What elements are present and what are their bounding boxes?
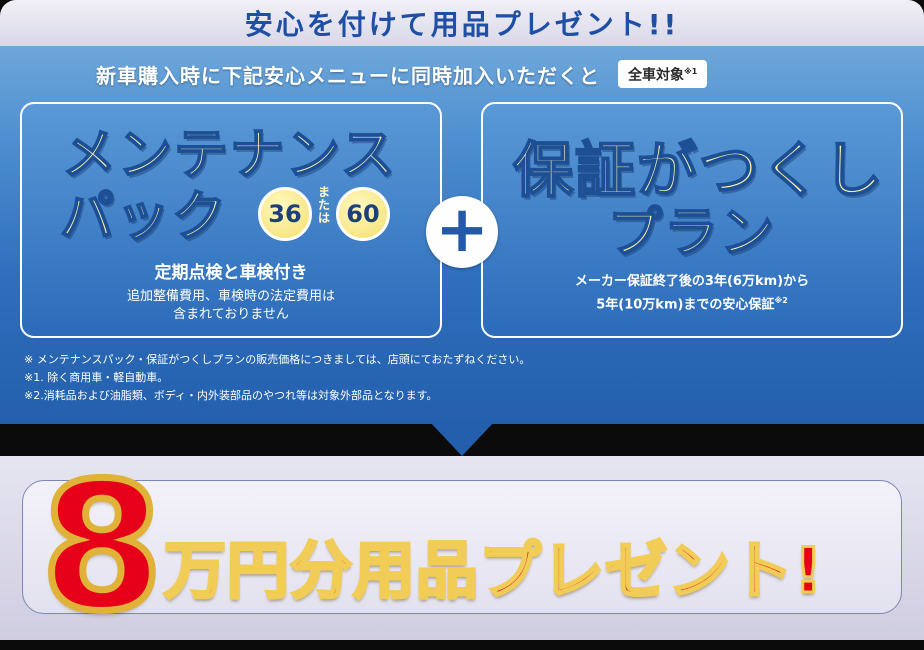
promo-banner: 安心を付けて用品プレゼント!! 新車購入時に下記安心メニューに同時加入いただくと… [0, 0, 924, 650]
warranty-desc-line1: メーカー保証終了後の3年(6万km)から [574, 274, 810, 289]
badge-note: ※1 [684, 67, 698, 77]
present-amount: 8 [37, 445, 166, 650]
warranty-desc-note: ※2 [774, 296, 788, 305]
warranty-plan-box: 保証がつくし プラン メーカー保証終了後の3年(6万km)から 5年(10万km… [481, 102, 903, 338]
down-pointer [430, 422, 494, 456]
maintenance-pack-box: メンテナンス パック 36 または 60 定期点検と車検付き 追加整備費用、車検… [20, 102, 442, 338]
extra-cost-line1: 追加整備費用、車検時の法定費用は [126, 289, 335, 304]
page-title: 安心を付けて用品プレゼント!! [244, 8, 680, 41]
footnote-2: ※1. 除く商用車・軽自動車。 [24, 371, 169, 384]
warranty-title-line2: プラン [607, 200, 776, 265]
all-cars-label: 全車対象 [628, 67, 684, 84]
subtitle-text: 新車購入時に下記安心メニューに同時加入いただくと [96, 63, 600, 88]
extra-cost-line2: 含まれておりません [173, 307, 289, 322]
warranty-desc-line2-wrap: 5年(10万km)までの安心保証※2 [483, 291, 901, 314]
or-text: または [317, 185, 330, 225]
footnote-1: ※ メンテナンスパック・保証がつくしプランの販売価格につきましては、店頭にておた… [24, 353, 531, 366]
present-headline: 万円分用品プレゼント! [162, 533, 824, 609]
warranty-description: メーカー保証終了後の3年(6万km)から 5年(10万km)までの安心保証※2 [483, 272, 901, 314]
subtitle: 新車購入時に下記安心メニューに同時加入いただくと 全車対象※1 [96, 59, 708, 89]
option-60-badge: 60 [336, 187, 390, 241]
option-36-badge: 36 [258, 187, 312, 241]
inspection-text: 定期点検と車検付き [154, 263, 308, 283]
footnotes: ※ メンテナンスパック・保証がつくしプランの販売価格につきましては、店頭にておた… [24, 351, 530, 405]
maintenance-title-line2: パック [59, 184, 228, 249]
warranty-desc-line2: 5年(10万km)までの安心保証 [596, 297, 775, 313]
extra-cost-note: 追加整備費用、車検時の法定費用は 含まれておりません [22, 288, 440, 324]
plus-symbol: + [435, 193, 489, 267]
plus-icon: + [426, 196, 498, 268]
footnote-3: ※2.消耗品および油脂類、ボディ・内外装部品のやつれ等は対象外部品となります。 [24, 389, 438, 402]
header-banner: 安心を付けて用品プレゼント!! [0, 0, 924, 46]
all-cars-badge: 全車対象※1 [618, 60, 708, 88]
